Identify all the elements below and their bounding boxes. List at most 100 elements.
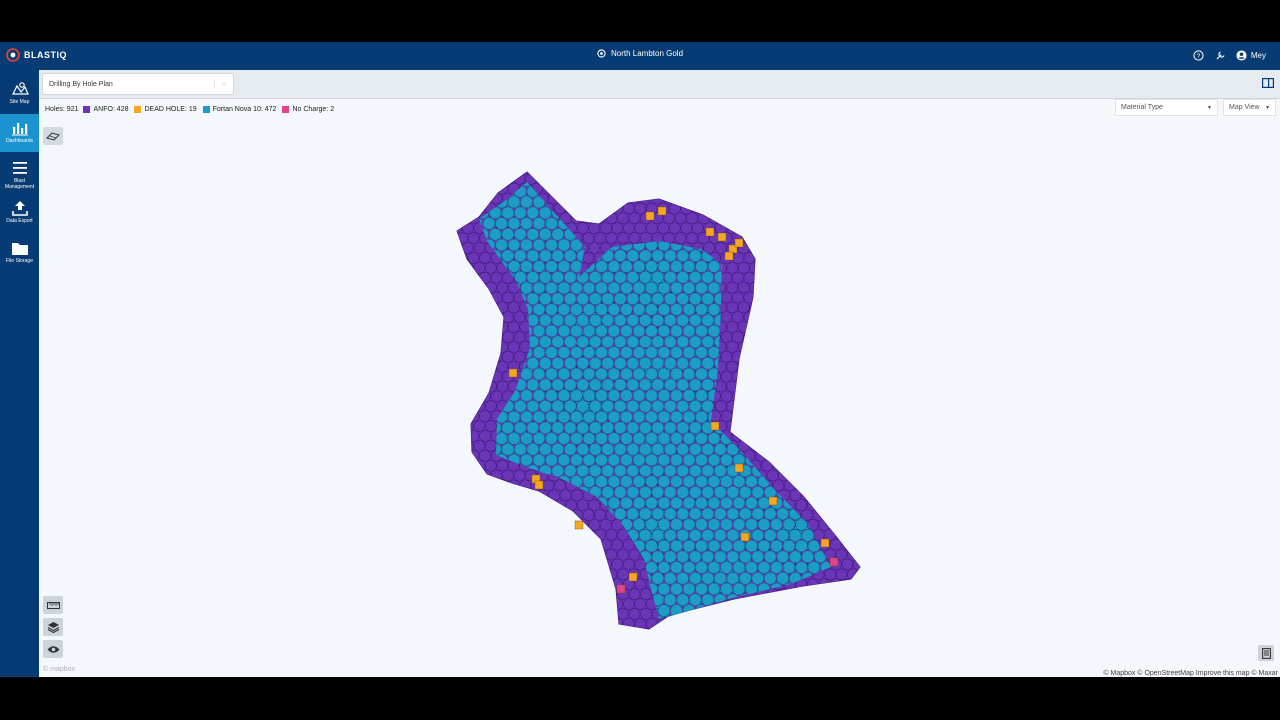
drill-hole[interactable] xyxy=(539,206,552,219)
drill-hole[interactable] xyxy=(764,572,777,585)
drill-hole[interactable] xyxy=(628,232,641,244)
drill-hole[interactable] xyxy=(824,568,836,581)
drill-hole[interactable] xyxy=(588,242,601,254)
drill-hole[interactable] xyxy=(576,464,589,477)
drill-hole[interactable] xyxy=(626,292,639,305)
drill-hole[interactable] xyxy=(682,260,696,273)
drill-hole[interactable] xyxy=(564,378,577,391)
drill-hole[interactable] xyxy=(551,249,564,262)
drill-hole[interactable] xyxy=(551,443,564,456)
drill-hole[interactable] xyxy=(495,238,508,252)
drill-hole[interactable] xyxy=(695,496,708,510)
drill-hole[interactable] xyxy=(645,324,658,338)
drill-hole[interactable] xyxy=(626,314,639,327)
drill-hole[interactable] xyxy=(595,281,608,295)
drill-hole[interactable] xyxy=(539,335,552,348)
drill-hole[interactable] xyxy=(620,432,633,445)
drill-hole[interactable] xyxy=(599,222,612,235)
drill-hole[interactable] xyxy=(620,410,633,424)
drill-hole[interactable] xyxy=(766,469,779,482)
drill-hole[interactable] xyxy=(701,550,714,563)
drill-hole[interactable] xyxy=(664,357,677,370)
drill-hole[interactable] xyxy=(841,558,854,571)
drill-hole[interactable] xyxy=(479,449,491,462)
drill-hole[interactable] xyxy=(714,486,727,499)
drill-hole[interactable] xyxy=(614,464,627,477)
drill-hole[interactable] xyxy=(707,539,721,553)
drill-hole[interactable] xyxy=(467,232,480,244)
drill-hole[interactable] xyxy=(589,400,602,413)
drill-hole[interactable] xyxy=(674,212,687,225)
drill-hole[interactable] xyxy=(757,518,771,531)
drill-hole[interactable] xyxy=(657,303,671,316)
drill-hole[interactable] xyxy=(490,271,503,284)
drill-hole[interactable] xyxy=(670,518,683,531)
drill-hole[interactable] xyxy=(739,486,752,499)
drill-hole[interactable] xyxy=(676,593,689,606)
drill-hole[interactable] xyxy=(628,548,641,561)
draw-tool-button[interactable] xyxy=(43,127,63,145)
drill-hole[interactable] xyxy=(737,261,750,274)
drill-hole[interactable] xyxy=(557,324,571,338)
drill-hole[interactable] xyxy=(601,378,614,391)
drill-hole[interactable] xyxy=(689,357,702,370)
drill-hole[interactable] xyxy=(739,507,752,520)
drill-hole[interactable] xyxy=(726,321,739,333)
drill-hole[interactable] xyxy=(551,464,564,477)
drill-hole[interactable] xyxy=(628,212,641,225)
drill-hole[interactable] xyxy=(626,335,639,348)
drill-hole[interactable] xyxy=(714,507,727,520)
drill-hole[interactable] xyxy=(682,410,696,424)
drill-hole[interactable] xyxy=(607,324,621,338)
drill-hole[interactable] xyxy=(701,443,714,456)
drill-hole[interactable] xyxy=(751,507,764,520)
drill-hole[interactable] xyxy=(626,443,639,456)
drill-hole[interactable] xyxy=(589,421,602,434)
drill-hole[interactable] xyxy=(651,335,664,348)
drill-hole[interactable] xyxy=(514,206,527,219)
drill-hole[interactable] xyxy=(595,346,608,359)
drill-hole[interactable] xyxy=(582,367,596,381)
drill-hole[interactable] xyxy=(628,608,641,620)
drill-hole[interactable] xyxy=(670,496,683,510)
drill-hole[interactable] xyxy=(676,464,689,477)
drill-hole[interactable] xyxy=(651,550,664,563)
drill-hole[interactable] xyxy=(751,486,764,499)
drill-hole[interactable] xyxy=(739,572,752,585)
drill-hole[interactable] xyxy=(526,400,539,413)
drill-hole[interactable] xyxy=(689,378,702,391)
drill-hole[interactable] xyxy=(664,400,677,413)
drill-hole[interactable] xyxy=(695,539,708,553)
drill-hole[interactable] xyxy=(657,281,671,295)
dead-hole[interactable] xyxy=(724,251,734,261)
drill-hole[interactable] xyxy=(726,486,739,499)
drill-hole[interactable] xyxy=(807,561,821,574)
drill-hole[interactable] xyxy=(628,588,641,601)
drill-hole[interactable] xyxy=(617,608,629,620)
drill-hole[interactable] xyxy=(720,390,733,403)
drill-hole[interactable] xyxy=(611,538,624,551)
drill-hole[interactable] xyxy=(764,550,777,563)
drill-hole[interactable] xyxy=(507,301,520,314)
drill-hole[interactable] xyxy=(520,389,533,402)
drill-hole[interactable] xyxy=(520,195,533,209)
map-attribution[interactable]: © Mapbox © OpenStreetMap Improve this ma… xyxy=(1103,670,1278,677)
drill-hole[interactable] xyxy=(670,324,683,338)
sidebar-item-dashboards[interactable]: Dashboards xyxy=(0,114,39,152)
drill-hole[interactable] xyxy=(720,475,733,488)
drill-hole[interactable] xyxy=(634,558,647,571)
drill-hole[interactable] xyxy=(764,507,777,520)
drill-hole[interactable] xyxy=(726,261,739,274)
drill-hole[interactable] xyxy=(614,443,627,456)
drill-hole[interactable] xyxy=(484,261,497,274)
drill-hole[interactable] xyxy=(695,367,708,381)
drill-hole[interactable] xyxy=(695,281,708,295)
drill-hole[interactable] xyxy=(553,479,566,492)
drill-hole[interactable] xyxy=(570,432,583,445)
drill-hole[interactable] xyxy=(582,281,596,295)
drill-hole[interactable] xyxy=(707,260,721,273)
drill-hole[interactable] xyxy=(601,314,614,327)
drill-hole[interactable] xyxy=(632,475,646,488)
drill-hole[interactable] xyxy=(657,561,671,574)
drill-hole[interactable] xyxy=(726,281,739,294)
